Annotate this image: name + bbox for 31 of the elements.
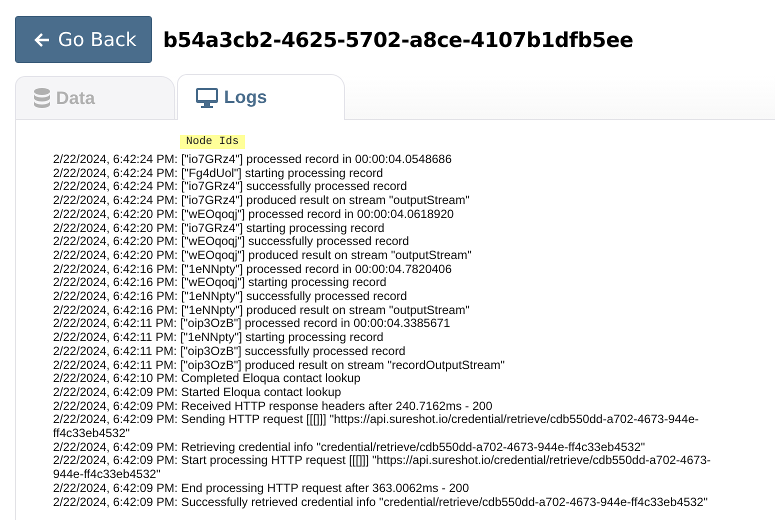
log-line: 2/22/2024, 6:42:20 PM: ["io7GRz4"] starting processing record — [53, 222, 386, 236]
node-ids-badge: Node Ids — [180, 135, 245, 149]
go-back-button[interactable]: Go Back — [15, 16, 152, 63]
tab[interactable]: Logs — [177, 74, 345, 120]
log-line: 2/22/2024, 6:42:09 PM: Sending HTTP request [[[]]] "https://api.sureshot.io/credential/retrieve/cdb550dd-a702-4673-944e-ff4c33eb4532" — [53, 413, 700, 441]
log-line: 2/22/2024, 6:42:09 PM: Retrieving credential info "credential/retrieve/cdb550dd-a702-4673-944e-ff4c33eb4532" — [53, 440, 646, 454]
page-title: b54a3cb2-4625-5702-a8ce-4107b1dfb5ee — [163, 28, 634, 52]
log-line: 2/22/2024, 6:42:11 PM: ["oip3OzB"] processed record in 00:00:04.3385671 — [53, 317, 450, 332]
log-line: 2/22/2024, 6:42:24 PM: ["io7GRz4"] produced result on stream "outputStream" — [53, 194, 471, 208]
log-line: 2/22/2024, 6:42:24 PM: ["io7GRz4"] processed record in 00:00:04.0548686 — [53, 153, 453, 167]
log-line: 2/22/2024, 6:42:16 PM: ["1eNNpty"] successfully processed record — [53, 290, 408, 304]
log-line: 2/22/2024, 6:42:24 PM: ["io7GRz4"] successfully processed record — [53, 180, 408, 194]
log-line: 2/22/2024, 6:42:09 PM: Started Eloqua contact lookup — [53, 386, 342, 400]
log-line: 2/22/2024, 6:42:20 PM: ["wEOqoqj"] produced result on stream "outputStream" — [53, 248, 473, 263]
arrow-left-icon — [34, 32, 50, 46]
log-line: 2/22/2024, 6:42:10 PM: Completed Eloqua contact lookup — [53, 372, 362, 386]
log-line: 2/22/2024, 6:42:16 PM: ["1eNNpty"] processed record in 00:00:04.7820406 — [53, 262, 453, 276]
log-line: 2/22/2024, 6:42:09 PM: End processing HTTP request after 363.0062ms - 200 — [53, 482, 470, 496]
log-line: 2/22/2024, 6:42:20 PM: ["wEOqoqj"] successfully processed record — [53, 235, 410, 249]
log-line: 2/22/2024, 6:42:09 PM: Received HTTP response headers after 240.7162ms - 200 — [53, 400, 494, 414]
log-line: 2/22/2024, 6:42:24 PM: ["Fg4dUol"] starting processing record — [53, 166, 384, 180]
log-line: 2/22/2024, 6:42:11 PM: ["oip3OzB"] successfully processed record — [53, 344, 406, 359]
monitor-icon — [196, 88, 218, 108]
log-line: 2/22/2024, 6:42:16 PM: ["1eNNpty"] produced result on stream "outputStream" — [53, 304, 471, 318]
log-line: 2/22/2024, 6:42:11 PM: ["oip3OzB"] produced result on stream "recordOutputStream" — [53, 358, 506, 372]
database-icon — [34, 88, 50, 108]
log-line: 2/22/2024, 6:42:11 PM: ["1eNNpty"] starting processing record — [53, 331, 384, 345]
log-line: 2/22/2024, 6:42:16 PM: ["wEOqoqj"] starting processing record — [53, 276, 388, 290]
log-line: 2/22/2024, 6:42:09 PM: Successfully retrieved credential info "credential/retrieve/cdb550dd-a702-4673-944e-ff4c33eb4532" — [53, 496, 709, 510]
log-line: 2/22/2024, 6:42:09 PM: Start processing HTTP request [[[]]] "https://api.sureshot.io/credential/retrieve/cdb550dd-a702-4673-944e-ff4c33eb4532" — [53, 454, 712, 482]
log-line: 2/22/2024, 6:42:20 PM: ["wEOqoqj"] processed record in 00:00:04.0618920 — [53, 208, 455, 222]
